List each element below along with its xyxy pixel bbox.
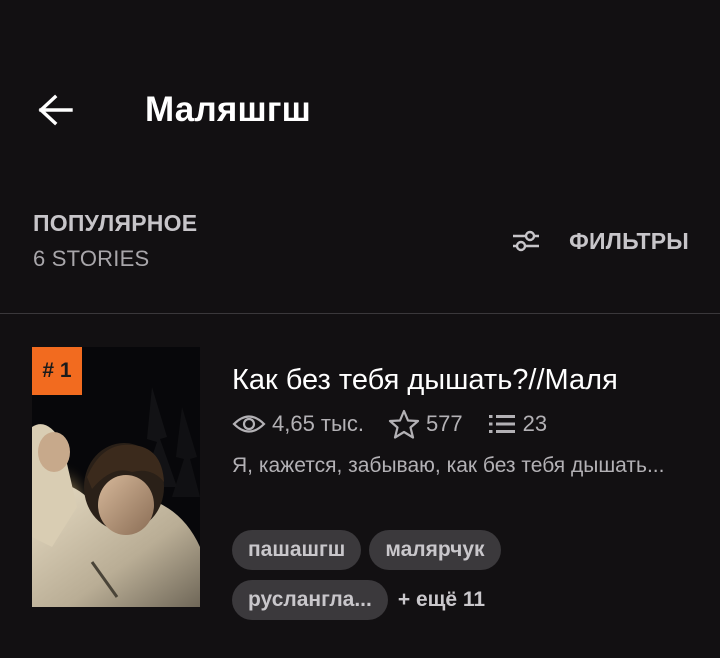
section-title: ПОПУЛЯРНОЕ — [33, 210, 198, 236]
sliders-icon — [511, 226, 541, 256]
filters-label: ФИЛЬТРЫ — [569, 227, 689, 254]
tag-chip[interactable]: пашашгш — [232, 530, 362, 570]
story-count: 6 STORIES — [33, 246, 150, 271]
star-icon — [388, 409, 420, 439]
tag-list: пашашгш малярчук русланглa... + ещё 11 — [232, 530, 692, 630]
rank-label: # 1 — [42, 359, 72, 382]
header: Маляшгш — [0, 0, 720, 180]
arrow-left-icon — [38, 94, 73, 126]
section-bar: ПОПУЛЯРНОЕ 6 STORIES ФИЛЬТРЫ — [0, 200, 720, 280]
page-title: Маляшгш — [145, 90, 312, 129]
story-description: Я, кажется, забываю, как без тебя дышать… — [232, 454, 665, 477]
parts-stat: 23 — [487, 411, 547, 437]
story-title[interactable]: Как без тебя дышать?//Маля — [232, 362, 618, 398]
tag-row: пашашгш малярчук — [232, 530, 692, 570]
more-tags-link[interactable]: + ещё 11 — [398, 588, 485, 612]
reads-stat: 4,65 тыс. — [232, 411, 364, 437]
list-icon — [488, 415, 515, 433]
filters-button[interactable]: ФИЛЬТРЫ — [511, 224, 689, 258]
parts-count: 23 — [522, 411, 548, 436]
tag-row: русланглa... + ещё 11 — [232, 580, 692, 620]
votes-count: 577 — [425, 411, 463, 436]
app: Маляшгш ПОПУЛЯРНОЕ 6 STORIES ФИЛЬТРЫ # 1 — [0, 0, 720, 658]
eye-icon — [232, 415, 266, 433]
story-stats: 4,65 тыс. 577 23 — [232, 408, 571, 440]
reads-count: 4,65 тыс. — [272, 411, 364, 436]
rank-badge: # 1 — [32, 347, 82, 395]
back-button[interactable] — [30, 86, 82, 134]
story-cover[interactable]: # 1 — [32, 347, 200, 607]
divider — [0, 313, 720, 314]
votes-stat: 577 — [388, 409, 463, 439]
tag-chip[interactable]: русланглa... — [232, 580, 388, 620]
tag-chip[interactable]: малярчук — [369, 530, 501, 570]
story-card[interactable]: # 1 Как без тебя дышать?//Маля 4,65 тыс.… — [0, 340, 720, 630]
